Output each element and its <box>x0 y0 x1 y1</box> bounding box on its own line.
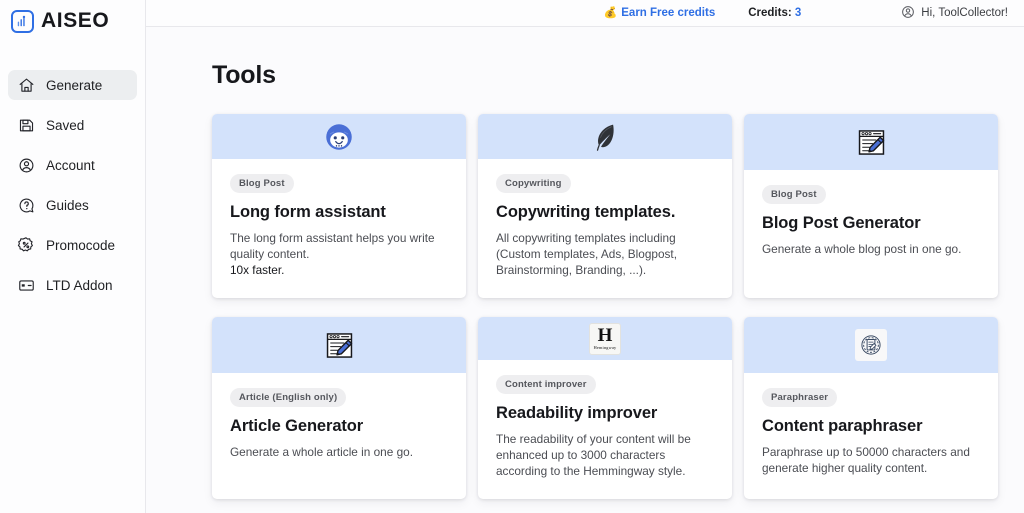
sidebar-item-account[interactable]: Account <box>8 150 137 180</box>
sidebar-item-guides[interactable]: Guides <box>8 190 137 220</box>
card-header <box>212 317 466 373</box>
card-body: Blog Post Blog Post Generator Generate a… <box>744 170 998 298</box>
tools-content: Tools Blog Post Long form assistant The … <box>146 27 1024 499</box>
sidebar: AISEO Generate Saved Account Guides Prom… <box>0 0 146 513</box>
credits-value: 3 <box>794 7 802 19</box>
tools-grid-row-1: Blog Post Long form assistant The long f… <box>212 114 1024 298</box>
card-title: Long form assistant <box>230 203 386 221</box>
card-description: All copywriting templates including (Cus… <box>496 231 677 277</box>
floppy-disk-icon <box>17 116 35 134</box>
card-body: Blog Post Long form assistant The long f… <box>212 159 466 298</box>
tool-card-content-paraphraser[interactable]: Paraphraser Content paraphraser Paraphra… <box>744 317 998 499</box>
card-body: Article (English only) Article Generator… <box>212 373 466 499</box>
sidebar-item-label: Account <box>46 157 95 173</box>
tool-card-copywriting-templates[interactable]: Copywriting Copywriting templates. All c… <box>478 114 732 298</box>
credit-card-icon <box>17 276 35 294</box>
card-title: Blog Post Generator <box>762 214 921 232</box>
chart-logo-icon <box>11 9 34 33</box>
card-header <box>744 317 998 373</box>
earn-free-credits-label: Earn Free credits <box>621 7 716 19</box>
user-circle-icon <box>901 5 915 22</box>
card-header <box>212 114 466 159</box>
card-header <box>478 114 732 159</box>
card-badge: Article (English only) <box>230 388 347 407</box>
card-description: Generate a whole article in one go. <box>230 445 413 459</box>
card-badge: Paraphraser <box>762 388 838 407</box>
sidebar-item-generate[interactable]: Generate <box>8 70 137 100</box>
credits-display: Credits: 3 <box>748 7 801 19</box>
brand-name: AISEO <box>41 9 110 32</box>
sidebar-item-saved[interactable]: Saved <box>8 110 137 140</box>
card-body: Copywriting Copywriting templates. All c… <box>478 159 732 298</box>
money-bag-icon: 💰 <box>603 6 618 19</box>
brand-logo[interactable]: AISEO <box>0 0 145 42</box>
card-description-text: The long form assistant helps you write … <box>230 231 435 261</box>
main-area: 💰 Earn Free credits Credits: 3 Hi, ToolC… <box>146 0 1024 513</box>
sidebar-item-label: Generate <box>46 77 103 93</box>
card-description: The long form assistant helps you write … <box>230 230 448 278</box>
card-title: Readability improver <box>496 404 658 422</box>
user-circle-icon <box>17 156 35 174</box>
sidebar-nav: Generate Saved Account Guides Promocode … <box>0 70 145 300</box>
tools-grid-row-2: Article (English only) Article Generator… <box>212 317 1024 499</box>
card-body: Content improver Readability improver Th… <box>478 360 732 499</box>
robot-face-icon <box>321 119 357 155</box>
hemingway-logo-icon: H Hemingway <box>587 321 623 357</box>
earn-free-credits-link[interactable]: 💰 Earn Free credits <box>604 7 716 19</box>
question-circle-icon <box>17 196 35 214</box>
card-header <box>744 114 998 170</box>
card-description: Generate a whole blog post in one go. <box>762 242 962 256</box>
sidebar-item-ltd-addon[interactable]: LTD Addon <box>8 270 137 300</box>
memo-window-pencil-icon <box>321 327 357 363</box>
app-root: AISEO Generate Saved Account Guides Prom… <box>0 0 1024 513</box>
card-header: H Hemingway <box>478 317 732 360</box>
card-badge: Content improver <box>496 375 596 394</box>
paraphrase-document-icon <box>853 327 889 363</box>
tool-card-readability-improver[interactable]: H Hemingway Content improver Readability… <box>478 317 732 499</box>
card-description-emphasis: 10x faster. <box>230 263 285 277</box>
card-description: Paraphrase up to 50000 characters and ge… <box>762 445 970 475</box>
tool-card-article-generator[interactable]: Article (English only) Article Generator… <box>212 317 466 499</box>
sidebar-item-label: Promocode <box>46 237 116 253</box>
sidebar-item-promocode[interactable]: Promocode <box>8 230 137 260</box>
topbar: 💰 Earn Free credits Credits: 3 Hi, ToolC… <box>146 0 1024 27</box>
page-title: Tools <box>212 61 276 89</box>
card-badge: Blog Post <box>762 185 826 204</box>
home-icon <box>17 76 35 94</box>
sidebar-item-label: LTD Addon <box>46 277 113 293</box>
memo-window-pencil-icon <box>853 124 889 160</box>
feather-quill-icon <box>587 119 623 155</box>
sidebar-item-label: Guides <box>46 197 89 213</box>
tool-card-long-form-assistant[interactable]: Blog Post Long form assistant The long f… <box>212 114 466 298</box>
card-badge: Copywriting <box>496 174 571 193</box>
percent-badge-icon <box>17 236 35 254</box>
user-greeting: Hi, ToolCollector! <box>921 7 1008 19</box>
card-body: Paraphraser Content paraphraser Paraphra… <box>744 373 998 499</box>
user-menu[interactable]: Hi, ToolCollector! <box>901 5 1008 22</box>
card-title: Copywriting templates. <box>496 203 676 221</box>
card-title: Content paraphraser <box>762 417 923 435</box>
sidebar-item-label: Saved <box>46 117 85 133</box>
tool-card-blog-post-generator[interactable]: Blog Post Blog Post Generator Generate a… <box>744 114 998 298</box>
card-description: The readability of your content will be … <box>496 432 691 478</box>
card-badge: Blog Post <box>230 174 294 193</box>
credits-label: Credits: <box>748 7 792 19</box>
card-title: Article Generator <box>230 417 364 435</box>
